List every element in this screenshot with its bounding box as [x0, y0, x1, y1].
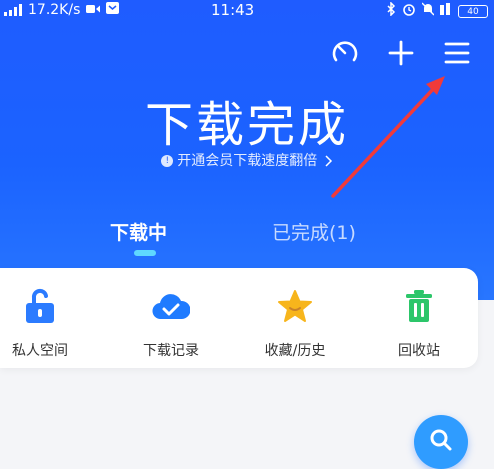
header-actions — [330, 38, 472, 68]
cloud-check-icon — [116, 286, 226, 326]
status-left: 17.2K/s — [4, 2, 120, 18]
plus-icon[interactable] — [386, 38, 416, 68]
vip-promo-text: 开通会员下载速度翻倍 — [177, 153, 318, 169]
tool-label: 收藏/历史 — [264, 343, 326, 359]
tool-recycle-bin[interactable]: 回收站 — [364, 286, 474, 360]
status-time: 11:43 — [211, 1, 255, 19]
menu-icon[interactable] — [442, 38, 472, 68]
video-icon — [86, 2, 101, 18]
page-title: 下载完成 — [144, 97, 349, 153]
signal-icon — [4, 4, 22, 16]
battery-icon: 40 — [458, 4, 488, 18]
notification-icon — [106, 2, 120, 18]
tool-label: 回收站 — [398, 343, 440, 359]
tab-downloading[interactable]: 下载中 — [110, 218, 167, 245]
alarm-icon — [402, 2, 416, 20]
tab-indicator — [134, 250, 156, 256]
bluetooth-icon — [386, 1, 396, 20]
lock-icon — [0, 286, 95, 326]
tool-label: 下载记录 — [143, 343, 199, 359]
tool-download-history[interactable]: 下载记录 — [116, 286, 226, 360]
chevron-right-icon — [322, 153, 333, 169]
speedometer-icon[interactable] — [330, 38, 360, 68]
tool-private-space[interactable]: 私人空间 — [0, 286, 95, 360]
status-right: 40 — [386, 1, 488, 20]
tool-label: 私人空间 — [12, 343, 68, 359]
network-speed: 17.2K/s — [28, 2, 81, 18]
vip-promo-link[interactable]: ! 开通会员下载速度翻倍 — [0, 150, 494, 170]
4g-icon — [440, 2, 452, 20]
trash-icon — [364, 286, 474, 326]
info-icon: ! — [161, 155, 174, 167]
search-fab[interactable] — [414, 415, 468, 469]
search-icon — [429, 428, 453, 456]
status-bar: 17.2K/s 11:43 40 — [0, 0, 494, 22]
tools-card: 私人空间 下载记录 收藏/历史 回收站 — [0, 268, 478, 368]
tab-completed[interactable]: 已完成(1) — [272, 218, 356, 245]
star-icon — [240, 286, 350, 326]
mute-icon — [421, 2, 435, 20]
tool-favorites-history[interactable]: 收藏/历史 — [240, 286, 350, 360]
